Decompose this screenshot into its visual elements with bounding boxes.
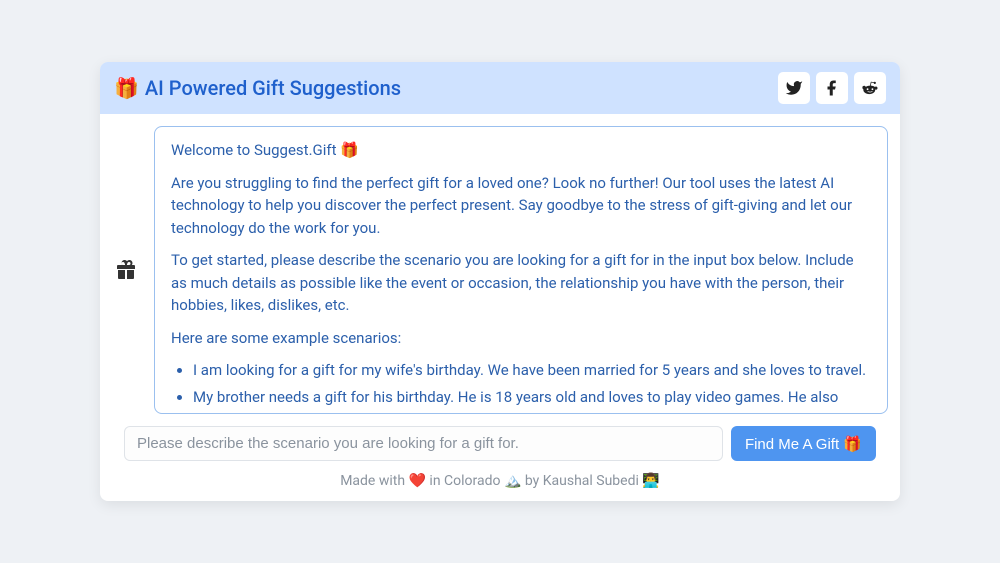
title-text: AI Powered Gift Suggestions <box>145 76 401 100</box>
reddit-button[interactable] <box>854 72 886 104</box>
footer-text: Made with ❤️ in Colorado 🏔️ by Kaushal S… <box>340 473 660 489</box>
gift-emoji-icon: 🎁 <box>114 76 139 100</box>
social-links <box>778 72 886 104</box>
page-title: 🎁 AI Powered Gift Suggestions <box>114 76 401 100</box>
assistant-message-row: Welcome to Suggest.Gift 🎁 Are you strugg… <box>112 126 888 414</box>
twitter-icon <box>785 79 803 97</box>
app-card: 🎁 AI Powered Gift Suggestions Welcome to… <box>100 62 900 501</box>
find-gift-button[interactable]: Find Me A Gift 🎁 <box>731 426 876 461</box>
input-row: Find Me A Gift 🎁 <box>112 414 888 473</box>
examples-heading: Here are some example scenarios: <box>171 327 871 350</box>
footer: Made with ❤️ in Colorado 🏔️ by Kaushal S… <box>112 473 888 501</box>
facebook-icon <box>823 79 841 97</box>
welcome-line-3: To get started, please describe the scen… <box>171 249 871 317</box>
assistant-avatar <box>112 258 140 282</box>
gift-icon <box>114 258 138 282</box>
welcome-line-2: Are you struggling to find the perfect g… <box>171 172 871 240</box>
body: Welcome to Suggest.Gift 🎁 Are you strugg… <box>100 114 900 501</box>
example-item: I am looking for a gift for my wife's bi… <box>193 359 871 382</box>
scenario-input[interactable] <box>124 426 723 461</box>
examples-list: I am looking for a gift for my wife's bi… <box>171 359 871 414</box>
example-item: My brother needs a gift for his birthday… <box>193 386 871 415</box>
facebook-button[interactable] <box>816 72 848 104</box>
reddit-icon <box>861 79 879 97</box>
welcome-message: Welcome to Suggest.Gift 🎁 Are you strugg… <box>154 126 888 414</box>
header: 🎁 AI Powered Gift Suggestions <box>100 62 900 114</box>
twitter-button[interactable] <box>778 72 810 104</box>
welcome-line-1: Welcome to Suggest.Gift 🎁 <box>171 139 871 162</box>
